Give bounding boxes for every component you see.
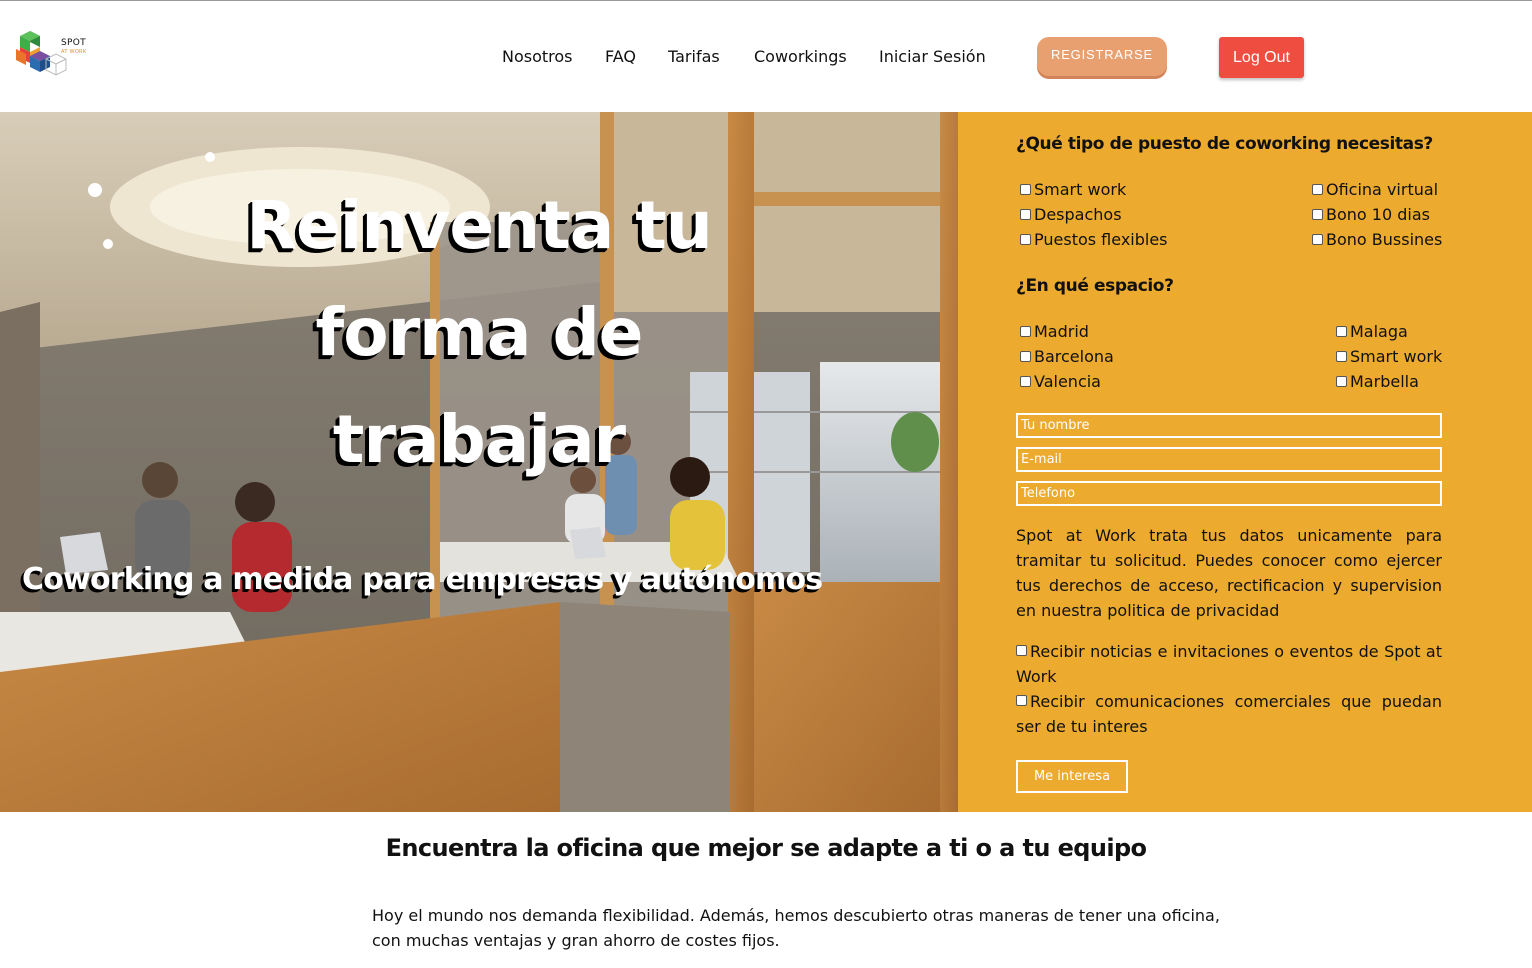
checkbox-type-smart-work[interactable]: Smart work [1020, 180, 1126, 199]
nav-item-faq[interactable]: FAQ [605, 47, 636, 66]
phone-field[interactable]: Telefono [1016, 481, 1442, 506]
checkbox-label: Smart work [1350, 347, 1443, 366]
checkbox-space-malaga[interactable]: Malaga [1336, 322, 1408, 341]
checkbox-label: Valencia [1034, 372, 1101, 391]
checkbox-type-despachos[interactable]: Despachos [1020, 205, 1122, 224]
section-text: Hoy el mundo nos demanda flexibilidad. A… [372, 906, 1220, 950]
brand-name: SPOT [61, 38, 86, 48]
checkbox-icon[interactable] [1312, 184, 1323, 195]
checkbox-label: Marbella [1350, 372, 1419, 391]
checkbox-icon[interactable] [1020, 234, 1031, 245]
checkbox-icon[interactable] [1016, 695, 1027, 706]
nav-item-coworkings[interactable]: Coworkings [754, 47, 847, 66]
checkbox-space-barcelona[interactable]: Barcelona [1020, 347, 1114, 366]
submit-button[interactable]: Me interesa [1016, 760, 1128, 793]
nav-item-iniciar-sesion[interactable]: Iniciar Sesión [879, 47, 986, 66]
checkbox-label: Oficina virtual [1326, 180, 1439, 199]
site-header: SPOT AT WORK Nosotros FAQ Tarifas Cowork… [0, 1, 1532, 112]
hero-title-line: Reinventa tu [246, 187, 713, 264]
checkbox-label: Bono Bussines [1326, 230, 1443, 249]
checkbox-label: Smart work [1034, 180, 1127, 199]
consent-news[interactable]: Recibir noticias e invitaciones o evento… [1016, 639, 1442, 689]
checkbox-label: Madrid [1034, 322, 1089, 341]
nav-item-nosotros[interactable]: Nosotros [502, 47, 573, 66]
logout-button[interactable]: Log Out [1219, 37, 1304, 78]
question-type-heading: ¿Qué tipo de puesto de coworking necesit… [1016, 134, 1433, 154]
name-field[interactable]: Tu nombre [1016, 413, 1442, 438]
checkbox-space-valencia[interactable]: Valencia [1020, 372, 1101, 391]
brand-tagline: AT WORK [61, 49, 87, 55]
checkbox-icon[interactable] [1020, 351, 1031, 362]
checkbox-icon[interactable] [1016, 645, 1027, 656]
checkbox-type-bono-10-dias[interactable]: Bono 10 dias [1312, 205, 1430, 224]
register-button[interactable]: REGISTRARSE [1037, 37, 1167, 76]
checkbox-space-madrid[interactable]: Madrid [1020, 322, 1089, 341]
section-title: Encuentra la oficina que mejor se adapte… [385, 834, 1147, 862]
hero-section: Reinventa tu forma de trabajar Coworking… [0, 112, 958, 812]
hero-title: Reinventa tu forma de trabajar [0, 172, 958, 493]
checkbox-icon[interactable] [1020, 376, 1031, 387]
checkbox-label: Puestos flexibles [1034, 230, 1168, 249]
checkbox-label: Barcelona [1034, 347, 1114, 366]
checkbox-label: Malaga [1350, 322, 1408, 341]
cube-logo-icon[interactable] [14, 29, 94, 81]
checkbox-type-bono-bussines[interactable]: Bono Bussines [1312, 230, 1442, 249]
hero-title-line: forma de [315, 294, 644, 371]
email-field[interactable]: E-mail [1016, 447, 1442, 472]
checkbox-icon[interactable] [1336, 326, 1347, 337]
hero-title-line: trabajar [332, 401, 626, 478]
question-space-heading: ¿En qué espacio? [1016, 276, 1174, 296]
checkbox-type-puestos-flexibles[interactable]: Puestos flexibles [1020, 230, 1168, 249]
consent-news-label: Recibir noticias e invitaciones o evento… [1016, 642, 1442, 686]
checkbox-icon[interactable] [1312, 234, 1323, 245]
checkbox-space-marbella[interactable]: Marbella [1336, 372, 1419, 391]
interest-form: ¿Qué tipo de puesto de coworking necesit… [958, 112, 1532, 812]
checkbox-type-oficina-virtual[interactable]: Oficina virtual [1312, 180, 1438, 199]
hero-subtitle: Coworking a medida para empresas y autón… [22, 562, 823, 597]
checkbox-icon[interactable] [1020, 209, 1031, 220]
checkbox-space-smart-work[interactable]: Smart work [1336, 347, 1442, 366]
checkbox-label: Despachos [1034, 205, 1122, 224]
checkbox-icon[interactable] [1020, 184, 1031, 195]
nav-item-tarifas[interactable]: Tarifas [668, 47, 720, 66]
checkbox-icon[interactable] [1336, 376, 1347, 387]
consent-commercial-label: Recibir comunicaciones comerciales que p… [1016, 692, 1442, 736]
privacy-notice: Spot at Work trata tus datos unicamente … [1016, 526, 1442, 620]
consent-commercial[interactable]: Recibir comunicaciones comerciales que p… [1016, 689, 1442, 739]
checkbox-label: Bono 10 dias [1326, 205, 1430, 224]
checkbox-icon[interactable] [1020, 326, 1031, 337]
checkbox-icon[interactable] [1312, 209, 1323, 220]
checkbox-icon[interactable] [1336, 351, 1347, 362]
